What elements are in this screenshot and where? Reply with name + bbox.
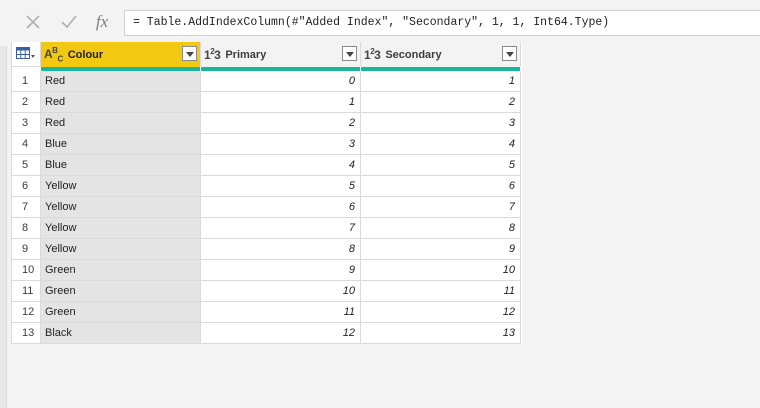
cell-colour[interactable]: Yellow [41, 176, 201, 197]
row-number[interactable]: 4 [12, 134, 41, 155]
cell-primary[interactable]: 3 [201, 134, 361, 155]
column-name: Secondary [385, 48, 442, 61]
table-row[interactable]: 6 Yellow 5 6 [12, 176, 522, 197]
table-row[interactable]: 10 Green 9 10 [12, 260, 522, 281]
column-header-secondary[interactable]: 123 Secondary [361, 42, 521, 67]
cell-colour[interactable]: Yellow [41, 218, 201, 239]
cell-primary[interactable]: 4 [201, 155, 361, 176]
cell-primary[interactable]: 8 [201, 239, 361, 260]
column-name: Primary [225, 48, 267, 61]
row-number[interactable]: 6 [12, 176, 41, 197]
table-row[interactable]: 5 Blue 4 5 [12, 155, 522, 176]
row-number[interactable]: 11 [12, 281, 41, 302]
row-number[interactable]: 8 [12, 218, 41, 239]
row-number[interactable]: 7 [12, 197, 41, 218]
row-number[interactable]: 13 [12, 323, 41, 344]
cell-secondary[interactable]: 8 [361, 218, 521, 239]
cell-primary[interactable]: 11 [201, 302, 361, 323]
cell-colour[interactable]: Green [41, 302, 201, 323]
cell-secondary[interactable]: 9 [361, 239, 521, 260]
cell-colour[interactable]: Black [41, 323, 201, 344]
table-row[interactable]: 4 Blue 3 4 [12, 134, 522, 155]
cell-secondary[interactable]: 4 [361, 134, 521, 155]
cell-primary[interactable]: 12 [201, 323, 361, 344]
cell-secondary[interactable]: 13 [361, 323, 521, 344]
cell-secondary[interactable]: 6 [361, 176, 521, 197]
cell-secondary[interactable]: 1 [361, 71, 521, 92]
cell-colour[interactable]: Green [41, 281, 201, 302]
cell-primary[interactable]: 5 [201, 176, 361, 197]
cell-secondary[interactable]: 2 [361, 92, 521, 113]
row-number[interactable]: 12 [12, 302, 41, 323]
column-filter-dropdown[interactable] [342, 46, 357, 61]
row-number[interactable]: 1 [12, 71, 41, 92]
cell-primary[interactable]: 10 [201, 281, 361, 302]
table-row[interactable]: 3 Red 2 3 [12, 113, 522, 134]
cell-primary[interactable]: 1 [201, 92, 361, 113]
formula-bar: fx = Table.AddIndexColumn(#"Added Index"… [0, 0, 760, 46]
column-filter-dropdown[interactable] [182, 46, 197, 61]
table-body: 1 Red 0 1 2 Red 1 2 3 Red 2 3 4 Blue 3 4 5 Blue 4 5 6 Yellow 5… [12, 71, 522, 344]
cell-colour[interactable]: Yellow [41, 197, 201, 218]
cell-primary[interactable]: 7 [201, 218, 361, 239]
cell-secondary[interactable]: 12 [361, 302, 521, 323]
table-row[interactable]: 2 Red 1 2 [12, 92, 522, 113]
table-row[interactable]: 12 Green 11 12 [12, 302, 522, 323]
cell-colour[interactable]: Green [41, 260, 201, 281]
cell-secondary[interactable]: 10 [361, 260, 521, 281]
cell-secondary[interactable]: 11 [361, 281, 521, 302]
table-menu-icon[interactable] [12, 42, 41, 67]
number-type-icon[interactable]: 123 [364, 47, 381, 62]
cell-primary[interactable]: 6 [201, 197, 361, 218]
row-number[interactable]: 5 [12, 155, 41, 176]
table-row[interactable]: 11 Green 10 11 [12, 281, 522, 302]
formula-input[interactable]: = Table.AddIndexColumn(#"Added Index", "… [124, 10, 760, 36]
column-name: Colour [67, 48, 104, 61]
row-number[interactable]: 3 [12, 113, 41, 134]
cell-primary[interactable]: 9 [201, 260, 361, 281]
cell-colour[interactable]: Blue [41, 134, 201, 155]
column-header-primary[interactable]: 123 Primary [201, 42, 361, 67]
fx-icon[interactable]: fx [90, 10, 114, 34]
cell-colour[interactable]: Red [41, 92, 201, 113]
table-row[interactable]: 1 Red 0 1 [12, 71, 522, 92]
cell-colour[interactable]: Blue [41, 155, 201, 176]
column-filter-dropdown[interactable] [502, 46, 517, 61]
cell-colour[interactable]: Yellow [41, 239, 201, 260]
cell-primary[interactable]: 0 [201, 71, 361, 92]
table-row[interactable]: 7 Yellow 6 7 [12, 197, 522, 218]
check-icon[interactable] [57, 10, 81, 34]
cell-secondary[interactable]: 5 [361, 155, 521, 176]
cell-colour[interactable]: Red [41, 71, 201, 92]
table-row[interactable]: 13 Black 12 13 [12, 323, 522, 344]
cell-primary[interactable]: 2 [201, 113, 361, 134]
cell-secondary[interactable]: 7 [361, 197, 521, 218]
row-number[interactable]: 10 [12, 260, 41, 281]
cell-secondary[interactable]: 3 [361, 113, 521, 134]
text-type-icon[interactable]: ABC [44, 46, 63, 63]
table-row[interactable]: 8 Yellow 7 8 [12, 218, 522, 239]
header-row: ABC Colour 123 Primary 123 Secondary [12, 42, 522, 67]
column-header-colour[interactable]: ABC Colour [41, 42, 201, 67]
number-type-icon[interactable]: 123 [204, 47, 221, 62]
cell-colour[interactable]: Red [41, 113, 201, 134]
table-row[interactable]: 9 Yellow 8 9 [12, 239, 522, 260]
left-strip [0, 46, 7, 408]
data-grid: ABC Colour 123 Primary 123 Secondary 1 Re… [11, 42, 522, 344]
row-number[interactable]: 2 [12, 92, 41, 113]
close-icon[interactable] [21, 10, 45, 34]
row-number[interactable]: 9 [12, 239, 41, 260]
